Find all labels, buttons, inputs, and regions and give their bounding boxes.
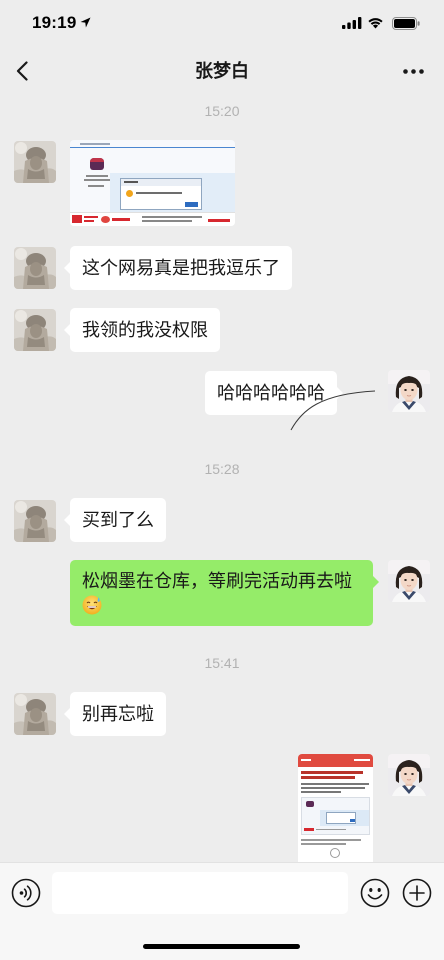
thumbnail-detail xyxy=(101,216,110,223)
message-text: 我领的我没权限 xyxy=(82,320,208,340)
thumbnail-detail xyxy=(326,812,356,824)
voice-input-icon xyxy=(11,878,41,908)
thumbnail-detail xyxy=(136,192,182,194)
thumbnail-detail xyxy=(72,215,82,223)
my-avatar[interactable] xyxy=(388,370,430,412)
thumbnail-detail xyxy=(90,158,104,162)
outgoing-message-bubble[interactable]: 松烟墨在仓库，等刷完活动再去啦 xyxy=(70,560,379,626)
cellular-signal-icon xyxy=(342,17,362,29)
thumbnail-detail xyxy=(301,797,370,835)
location-arrow-icon xyxy=(80,17,91,28)
emoji-icon xyxy=(360,878,390,908)
thumbnail-detail xyxy=(301,783,369,785)
outgoing-image-message[interactable] xyxy=(298,754,373,866)
plus-circle-icon xyxy=(402,878,432,908)
message-input[interactable] xyxy=(52,872,348,914)
message-text: 买到了么 xyxy=(82,510,154,530)
more-dots-icon xyxy=(403,69,424,74)
contact-avatar[interactable] xyxy=(14,309,56,351)
thumbnail-detail xyxy=(301,759,311,761)
thumbnail-detail xyxy=(301,787,365,789)
thumbnail-detail xyxy=(142,220,192,222)
chat-title: 张梦白 xyxy=(195,61,249,81)
thumbnail-detail xyxy=(316,829,346,830)
thumbnail-detail xyxy=(306,801,314,807)
thumbnail-detail xyxy=(301,791,341,793)
my-avatar[interactable] xyxy=(388,560,430,602)
thumbnail-detail xyxy=(301,776,355,779)
thumbnail-detail xyxy=(124,181,138,183)
thumbnail-detail xyxy=(301,843,346,845)
status-time: 19:19 xyxy=(32,13,77,32)
thumbnail-detail xyxy=(301,771,363,774)
contact-avatar[interactable] xyxy=(14,141,56,183)
thumbnail-detail xyxy=(84,216,98,218)
message-text: 这个网易真是把我逗乐了 xyxy=(82,258,280,278)
thumbnail-detail xyxy=(208,219,230,222)
contact-avatar[interactable] xyxy=(14,247,56,289)
thumbnail-detail xyxy=(350,819,355,822)
message-text: 松烟墨在仓库，等刷完活动再去啦 xyxy=(82,571,352,591)
message-text: 别再忘啦 xyxy=(82,704,154,724)
battery-icon xyxy=(392,17,420,30)
thumbnail-detail xyxy=(142,216,202,218)
incoming-message-bubble[interactable]: 别再忘啦 xyxy=(64,692,166,736)
thumbnail-detail xyxy=(84,179,110,181)
emoji-button[interactable] xyxy=(360,878,390,908)
thumbnail-detail xyxy=(126,190,133,197)
home-indicator xyxy=(143,944,300,949)
thumbnail-detail xyxy=(70,147,235,148)
message-timestamp: 15:28 xyxy=(204,461,240,477)
thumbnail-detail xyxy=(84,220,94,222)
more-button[interactable] xyxy=(398,58,430,84)
message-timestamp: 15:41 xyxy=(204,655,240,671)
incoming-message-bubble[interactable]: 这个网易真是把我逗乐了 xyxy=(64,246,292,290)
message-timestamp: 15:20 xyxy=(204,103,240,119)
thumbnail-detail xyxy=(304,828,314,831)
wifi-icon xyxy=(368,18,383,29)
thumbnail-detail xyxy=(301,839,361,841)
contact-avatar[interactable] xyxy=(14,693,56,735)
incoming-message-bubble[interactable]: 买到了么 xyxy=(64,498,166,542)
thumbnail-detail xyxy=(185,202,198,207)
incoming-message-bubble[interactable]: 我领的我没权限 xyxy=(64,308,220,352)
thumbnail-detail xyxy=(120,178,202,210)
thumbnail-detail xyxy=(88,185,104,187)
incoming-image-message[interactable] xyxy=(70,140,235,226)
thumbnail-detail xyxy=(80,143,110,145)
more-functions-button[interactable] xyxy=(402,878,432,908)
voice-input-button[interactable] xyxy=(11,878,41,908)
thumbnail-detail xyxy=(86,175,108,177)
grinning-face-with-sweat-emoji-icon xyxy=(82,593,361,617)
thumbnail-detail xyxy=(354,759,370,761)
my-avatar[interactable] xyxy=(388,754,430,796)
scribble-line xyxy=(290,390,376,431)
thumbnail-detail xyxy=(330,848,340,858)
thumbnail-detail xyxy=(112,218,130,221)
contact-avatar[interactable] xyxy=(14,500,56,542)
